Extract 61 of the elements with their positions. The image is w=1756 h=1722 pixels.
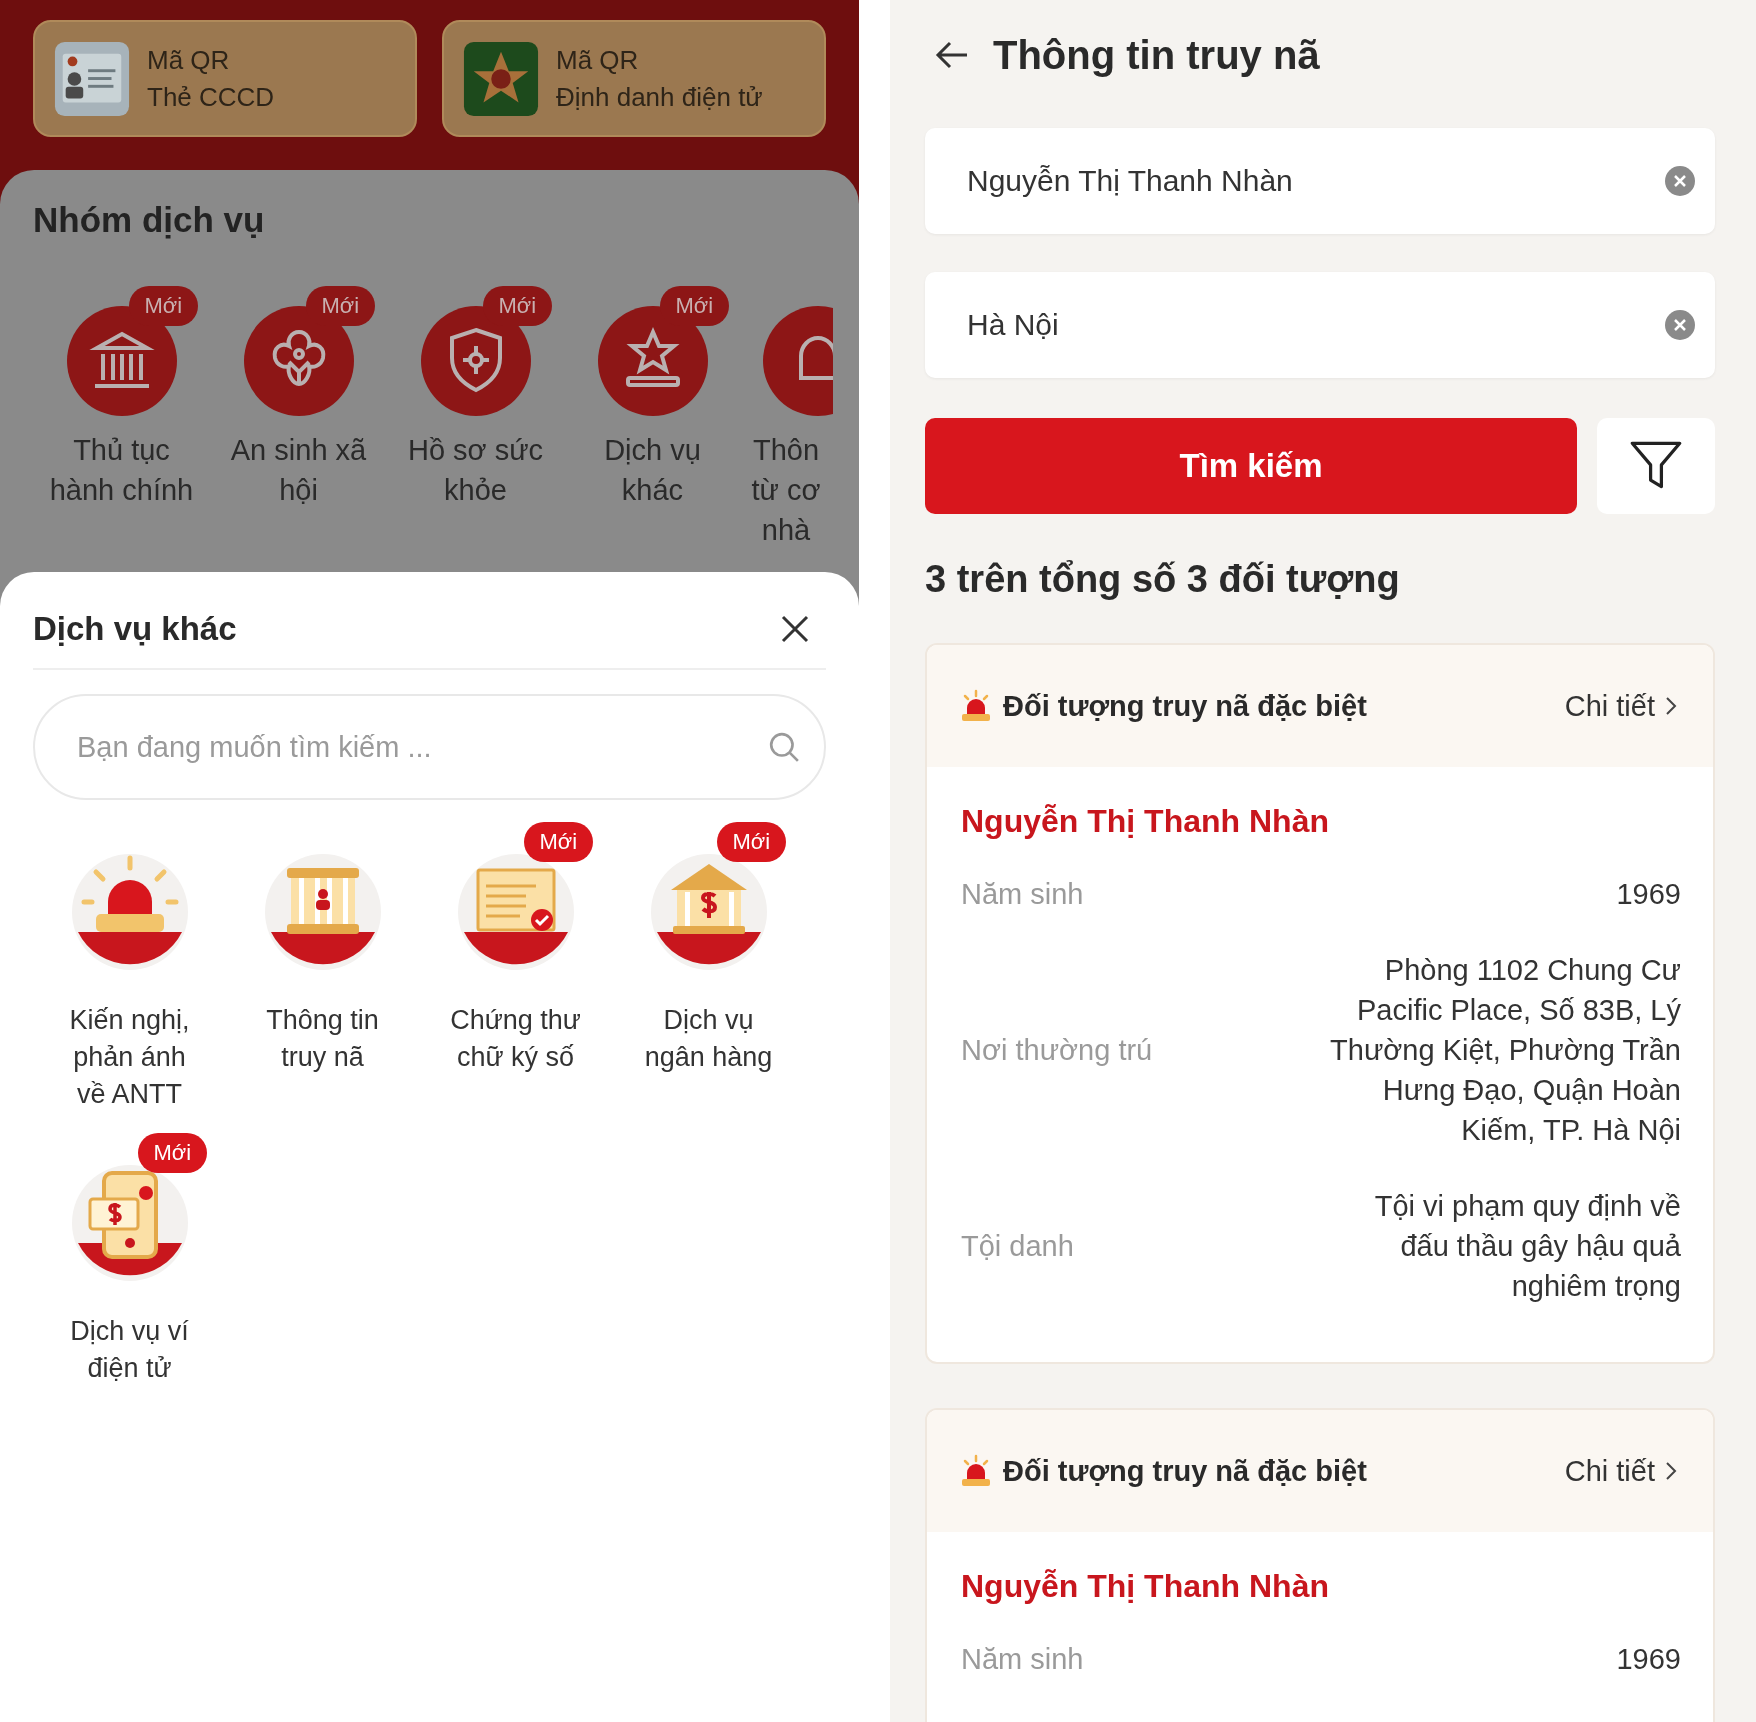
card-header-title: Đối tượng truy nã đặc biệt (1003, 689, 1368, 723)
siren-icon[interactable] (69, 852, 190, 972)
search-field[interactable]: Bạn đang muốn tìm kiếm ... (33, 694, 826, 800)
service-label: Dịch vụ khác (603, 433, 702, 508)
field-label: Năm sinh (961, 877, 1084, 911)
service-label: An sinh xã hội (229, 433, 368, 508)
chevron-icon (1665, 1461, 1677, 1481)
field-label: Năm sinh (961, 1642, 1084, 1676)
qr-card-subtitle: Định danh điện tử (556, 81, 763, 113)
chevron-icon (1665, 696, 1677, 716)
section-title: Nhóm dịch vụ (33, 200, 266, 240)
jail-icon[interactable] (262, 852, 383, 972)
qr-card[interactable]: Mã QR Định danh điện tử (442, 20, 826, 137)
back-icon[interactable] (935, 40, 969, 70)
filter-button[interactable] (1597, 418, 1715, 514)
service-label: Thôn từ cơ nhà (750, 433, 822, 548)
new-badge: Mới (305, 286, 376, 326)
page-title: Thông tin truy nã (993, 32, 1320, 78)
field-label: Nơi thường trú (961, 1033, 1153, 1067)
bank-icon[interactable] (648, 852, 769, 972)
new-badge: Mới (482, 286, 553, 326)
certificate-icon[interactable] (455, 852, 576, 972)
field-value: 1969 (1615, 877, 1681, 912)
field-value: Phòng 1102 Chung Cư Pacific Place, Số 83B, Lý Thường Kiệt, Phường Trần Hưng Đạo, Quận Hoàn Kiếm, TP. Hà Nội (1329, 953, 1681, 1148)
phone-wallet-icon[interactable] (69, 1163, 190, 1283)
result-count: 3 trên tổng số 3 đối tượng (925, 558, 1401, 601)
clear-icon[interactable] (1665, 166, 1695, 196)
id-card-icon (53, 39, 131, 118)
qr-card-title: Mã QR (556, 44, 640, 76)
service-label: Thông tin truy nã (265, 1004, 380, 1074)
input-field[interactable]: Nguyễn Thị Thanh Nhàn (925, 128, 1715, 234)
new-badge: Mới (523, 822, 594, 862)
clear-icon[interactable] (1665, 310, 1695, 340)
service-label: Hồ sơ sức khỏe (406, 433, 545, 508)
qr-card-title: Mã QR (147, 44, 231, 76)
qr-card[interactable]: Mã QR Thẻ CCCD (33, 20, 417, 137)
new-badge: Mới (137, 1133, 208, 1173)
service-label: Chứng thư chữ ký số (449, 1004, 582, 1074)
card-header-title: Đối tượng truy nã đặc biệt (1003, 1454, 1368, 1488)
new-badge: Mới (659, 286, 730, 326)
service-label: Kiến nghị, phản ánh về ANTT (68, 1004, 191, 1111)
field-label: Tội danh (961, 1229, 1074, 1263)
person-name: Nguyễn Thị Thanh Nhàn (961, 1568, 1330, 1605)
field-value: 1969 (1615, 1642, 1681, 1677)
new-badge: Mới (716, 822, 787, 862)
search-icon (768, 731, 800, 763)
input-field[interactable]: Hà Nội (925, 272, 1715, 378)
new-badge: Mới (128, 286, 199, 326)
qr-card-subtitle: Thẻ CCCD (147, 81, 275, 113)
service-label: Thủ tục hành chính (48, 433, 195, 508)
service-label: Dịch vụ ngân hàng (643, 1004, 774, 1074)
siren-icon (959, 689, 993, 723)
service-label: Dịch vụ ví điện tử (69, 1315, 190, 1385)
siren-icon (959, 1454, 993, 1488)
detail-link[interactable]: Chi tiết (1564, 1454, 1677, 1488)
person-name: Nguyễn Thị Thanh Nhàn (961, 803, 1330, 840)
field-value: Tội vi phạm quy định về đấu thầu gây hậu quả nghiêm trọng (1373, 1189, 1681, 1304)
detail-link[interactable]: Chi tiết (1564, 689, 1677, 723)
star-emblem-icon (462, 39, 540, 118)
sheet-title: Dịch vụ khác (33, 610, 237, 648)
search-button[interactable]: Tìm kiếm (925, 418, 1577, 514)
